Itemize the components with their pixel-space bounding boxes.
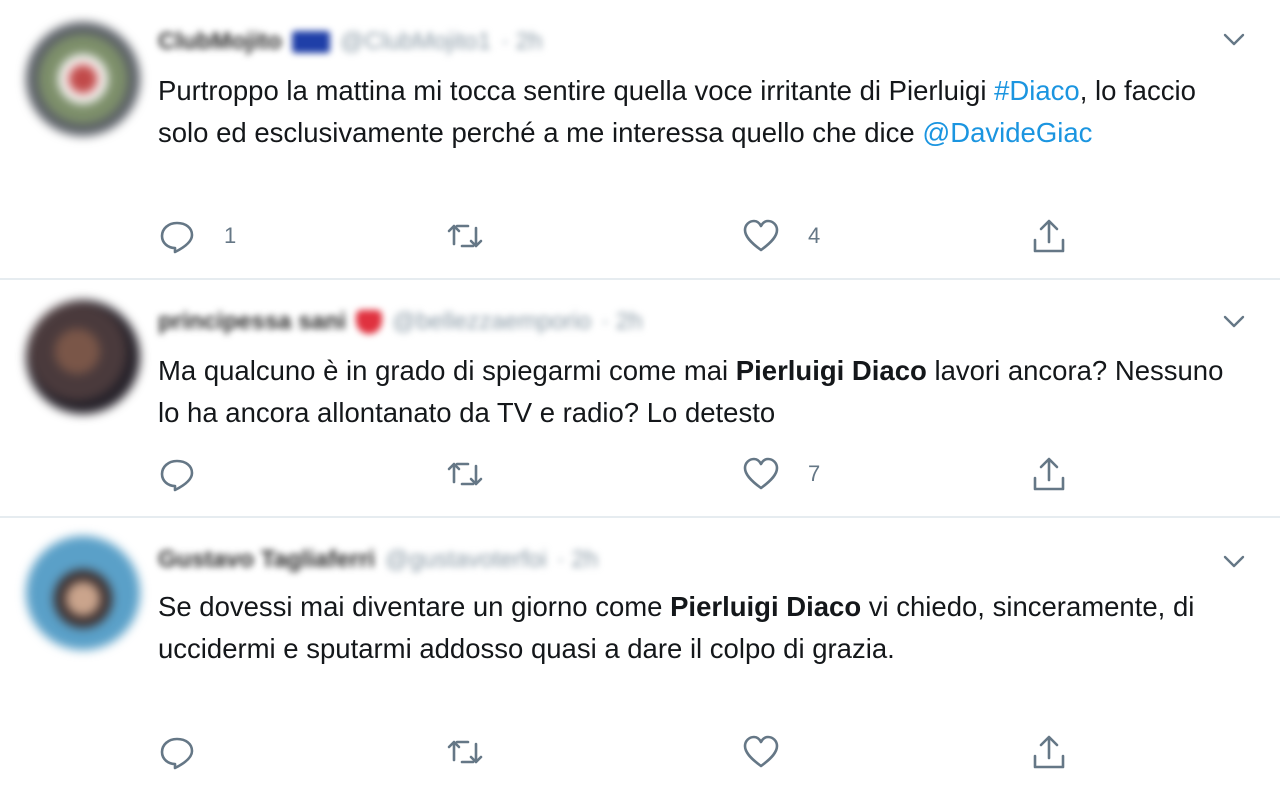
share-icon	[1033, 735, 1065, 769]
reply-count: 1	[224, 223, 237, 248]
author-name[interactable]: ClubMojito	[158, 28, 282, 56]
author-name[interactable]: principessa sani	[158, 308, 346, 336]
like-count: 7	[808, 461, 821, 486]
tweet-header: ClubMojito @ClubMojito1 · 2h	[158, 22, 542, 62]
flag-emoji-icon	[291, 31, 330, 53]
chevron-down-icon[interactable]	[1222, 314, 1246, 330]
heart-emoji-icon	[356, 310, 383, 334]
tweet-text: Se dovessi mai diventare un giorno come …	[158, 591, 1195, 664]
heart-icon	[743, 219, 779, 252]
reply-button[interactable]: 1	[158, 218, 236, 254]
timestamp[interactable]: · 2h	[601, 308, 642, 336]
avatar[interactable]	[26, 300, 140, 414]
tweet-actions	[158, 734, 1088, 770]
hashtag-link[interactable]: #Diaco	[994, 75, 1080, 106]
bold-name: Pierluigi Diaco	[735, 355, 927, 386]
avatar[interactable]	[26, 22, 140, 136]
heart-icon	[743, 735, 779, 768]
timestamp[interactable]: · 2h	[557, 546, 598, 574]
timestamp[interactable]: · 2h	[501, 28, 542, 56]
bold-name: Pierluigi Diaco	[670, 591, 862, 622]
author-name[interactable]: Gustavo Tagliaferri	[158, 546, 375, 574]
reply-icon	[160, 737, 194, 770]
tweet-text: Ma qualcuno è in grado di spiegarmi come…	[158, 355, 1224, 428]
tweet-text: Purtroppo la mattina mi tocca sentire qu…	[158, 75, 1196, 148]
mention-link[interactable]: @DavideGiac	[922, 117, 1092, 148]
reply-button[interactable]	[158, 734, 224, 770]
author-handle[interactable]: @ClubMojito1	[340, 28, 491, 56]
tweet[interactable]: ClubMojito @ClubMojito1 · 2h Purtroppo l…	[0, 0, 1280, 280]
avatar[interactable]	[26, 536, 140, 650]
like-button[interactable]	[742, 734, 808, 770]
heart-icon	[743, 457, 779, 490]
tweet-actions: 1 4	[158, 218, 1088, 254]
share-button[interactable]	[1030, 218, 1068, 254]
tweet[interactable]: Gustavo Tagliaferri @gustavoterfoi · 2h …	[0, 518, 1280, 792]
author-handle[interactable]: @gustavoterfoi	[385, 546, 547, 574]
share-icon	[1033, 457, 1065, 491]
reply-icon	[160, 221, 194, 254]
share-button[interactable]	[1030, 734, 1068, 770]
retweet-button[interactable]	[446, 734, 512, 770]
tweet-header: principessa sani @bellezzaemporio · 2h	[158, 302, 643, 342]
retweet-button[interactable]	[446, 218, 512, 254]
tweet-header: Gustavo Tagliaferri @gustavoterfoi · 2h	[158, 540, 598, 580]
author-handle[interactable]: @bellezzaemporio	[392, 308, 591, 336]
tweet[interactable]: principessa sani @bellezzaemporio · 2h M…	[0, 280, 1280, 518]
like-count: 4	[808, 223, 821, 248]
reply-icon	[160, 459, 194, 492]
retweet-icon	[447, 224, 483, 248]
tweet-actions: 7	[158, 456, 1088, 492]
reply-button[interactable]	[158, 456, 224, 492]
like-button[interactable]: 7	[742, 456, 820, 492]
retweet-icon	[447, 740, 483, 764]
like-button[interactable]: 4	[742, 218, 820, 254]
chevron-down-icon[interactable]	[1222, 554, 1246, 570]
share-button[interactable]	[1030, 456, 1068, 492]
chevron-down-icon[interactable]	[1222, 32, 1246, 48]
retweet-button[interactable]	[446, 456, 512, 492]
share-icon	[1033, 219, 1065, 253]
retweet-icon	[447, 462, 483, 486]
